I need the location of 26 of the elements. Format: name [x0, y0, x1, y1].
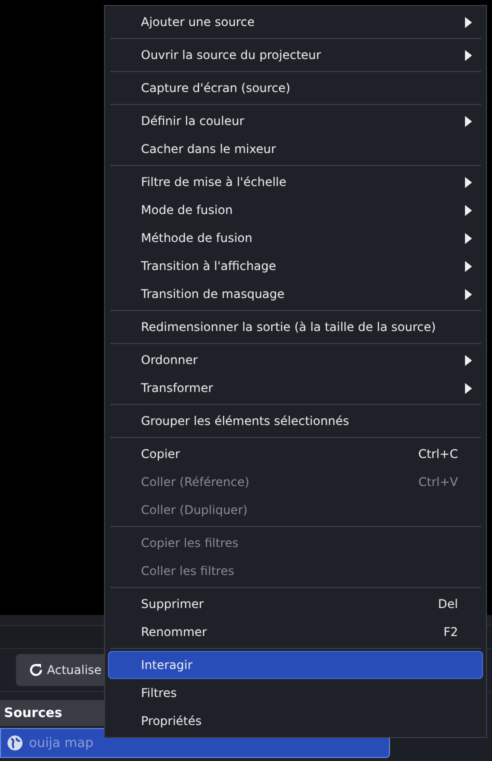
menu-item[interactable]: Copier Ctrl+C [108, 440, 483, 468]
shortcut-label: Del [438, 597, 458, 611]
globe-icon [7, 735, 23, 751]
menu-item[interactable]: Méthode de fusion [108, 224, 483, 252]
sources-title: Sources [4, 706, 62, 720]
menu-item[interactable]: Grouper les éléments sélectionnés [108, 407, 483, 435]
menu-item[interactable]: Ordonner [108, 346, 483, 374]
menu-item[interactable]: Transformer [108, 374, 483, 402]
menu-item[interactable]: Renommer F2 [108, 618, 483, 646]
menu-item[interactable]: Transition à l'affichage [108, 252, 483, 280]
menu-item[interactable]: Ouvrir la source du projecteur [108, 41, 483, 69]
menu-item[interactable]: Capture d'écran (source) [108, 74, 483, 102]
menu-item[interactable]: Définir la couleur [108, 107, 483, 135]
shortcut-label: F2 [443, 625, 458, 639]
source-name: ouija map [29, 736, 94, 750]
menu-item[interactable]: Transition de masquage [108, 280, 483, 308]
menu-item[interactable]: Ajouter une source [108, 8, 483, 36]
shortcut-label: Ctrl+V [418, 475, 458, 489]
refresh-icon [28, 662, 44, 678]
menu-item[interactable]: Interagir [108, 651, 483, 679]
shortcut-label: Ctrl+C [418, 447, 458, 461]
menu-item[interactable]: Redimensionner la sortie (à la taille de la source) [108, 313, 483, 341]
menu-item[interactable]: Supprimer Del [108, 590, 483, 618]
menu-item[interactable]: Mode de fusion [108, 196, 483, 224]
menu-item[interactable]: Cacher dans le mixeur [108, 135, 483, 163]
menu-item[interactable]: Filtre de mise à l'échelle [108, 168, 483, 196]
